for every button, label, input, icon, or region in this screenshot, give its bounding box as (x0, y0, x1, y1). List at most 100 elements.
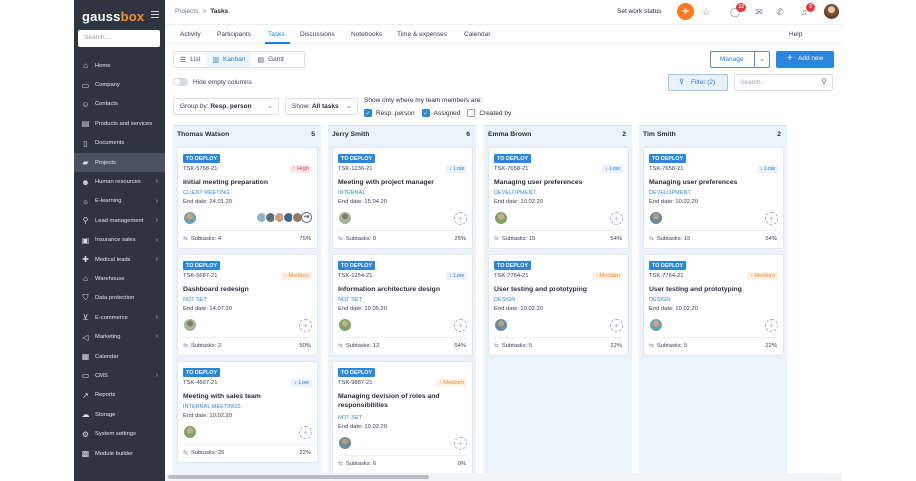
task-title[interactable]: User testing and prototyping (494, 285, 624, 294)
view-gantt[interactable]: ▤ Gantt (251, 52, 290, 67)
sidebar-item-e-learning[interactable]: ☼ E-learning › (74, 192, 165, 211)
chat-icon[interactable]: ◯ 12 (729, 3, 746, 18)
assignee-avatar[interactable] (650, 319, 662, 331)
sidebar-item-reports[interactable]: ↗ Reports (74, 386, 165, 405)
add-new-button[interactable]: + Add new (776, 51, 834, 68)
checkbox-resp-person[interactable]: ✓ Resp. person (364, 109, 415, 117)
sidebar-item-contacts[interactable]: ☺ Contacts (74, 95, 165, 114)
manage-button[interactable]: Manage ⌄ (710, 51, 770, 68)
assignee-avatar[interactable] (184, 426, 196, 438)
chevron-down-icon[interactable]: ⌄ (759, 55, 765, 63)
sidebar-item-marketing[interactable]: ◁ Marketing › (74, 327, 165, 346)
more-assignees-badge[interactable]: +6 (301, 212, 312, 223)
task-card[interactable]: TO DEPLOY ↑ Medium TSK-9887-21 Managing dev… (332, 361, 473, 481)
subtasks-count[interactable]: ⇆ Subtasks: 6 (338, 461, 376, 467)
assignee-group[interactable]: +6 (256, 212, 312, 223)
sidebar-item-documents[interactable]: ▯ Documents (74, 134, 165, 153)
show-select[interactable]: Show: All tasks ⌄ (285, 98, 358, 115)
sidebar-item-medical-leads[interactable]: ✚ Medical leads › (74, 250, 165, 269)
subtasks-count[interactable]: ⇆ Subtasks: 5 (649, 343, 687, 349)
task-card[interactable]: TO DEPLOY ↑ Medium TSK-5687-21 Dashboard re… (177, 254, 318, 356)
task-title[interactable]: User testing and prototyping (649, 285, 779, 294)
sidebar-item-human-resources[interactable]: ☻ Human resources › (74, 172, 165, 191)
user-avatar[interactable] (824, 4, 839, 19)
task-search-input[interactable]: Search... ⚲ (734, 74, 833, 91)
subtasks-count[interactable]: ⇆ Subtasks: 12 (338, 343, 379, 349)
tab-notebooks[interactable]: Notebooks (351, 31, 382, 38)
add-assignee-icon[interactable]: + (454, 212, 467, 225)
view-list[interactable]: ☰ List (174, 52, 206, 67)
toggle-switch[interactable] (173, 78, 188, 86)
star-icon[interactable]: ☆ (700, 6, 712, 18)
group-by-select[interactable]: Group by: Resp. person ⌄ (173, 98, 279, 115)
set-work-status-button[interactable]: Set work status (617, 8, 661, 15)
checkbox-empty-icon[interactable] (467, 109, 476, 117)
filter-button[interactable]: ⊽ Filter (2) (668, 74, 728, 91)
assignee-avatar[interactable] (184, 319, 196, 331)
task-card[interactable]: TO DEPLOY ↑ High TSK-5768-21 Initial meetin… (177, 147, 318, 249)
subtasks-count[interactable]: ⇆ Subtasks: 4 (183, 236, 221, 242)
phone-icon[interactable]: ✆ (774, 6, 786, 18)
sidebar-item-system-settings[interactable]: ⚙ System settings (74, 424, 165, 443)
add-assignee-icon[interactable]: + (765, 212, 778, 225)
scrollbar-thumb[interactable] (168, 475, 429, 479)
task-card[interactable]: TO DEPLOY ↓ Low TSK-1254-21 Information arc… (332, 254, 473, 356)
subtasks-count[interactable]: ⇆ Subtasks: 25 (183, 450, 224, 456)
subtasks-count[interactable]: ⇆ Subtasks: 15 (494, 236, 535, 242)
task-card[interactable]: TO DEPLOY ↑ Medium TSK-7764-21 User testing… (488, 254, 629, 356)
assignee-avatar[interactable] (650, 212, 662, 224)
task-title[interactable]: Information architecture design (338, 285, 468, 294)
add-assignee-icon[interactable]: + (299, 319, 312, 332)
subtasks-count[interactable]: ⇆ Subtasks: 2 (183, 343, 221, 349)
bell-icon[interactable]: ♫ 3 (798, 3, 815, 18)
task-card[interactable]: TO DEPLOY ↓ Low TSK-1236-21 Meeting with pr… (332, 147, 473, 249)
sidebar-item-home[interactable]: ⌂ Home (74, 56, 165, 75)
sidebar-item-module-builder[interactable]: ▩ Module builder (74, 444, 165, 463)
assignee-avatar[interactable] (495, 212, 507, 224)
task-title[interactable]: Managing user preferences (649, 178, 779, 187)
tab-participants[interactable]: Participants (217, 31, 251, 38)
breadcrumb-projects[interactable]: Projects (175, 8, 198, 15)
checkbox-assigned[interactable]: ✓ Assigned (421, 109, 460, 117)
checkbox-created-by[interactable]: Created by (467, 109, 511, 117)
subtasks-count[interactable]: ⇆ Subtasks: 0 (338, 236, 376, 242)
sidebar-item-e-commerce[interactable]: ⊻ E-commerce › (74, 308, 165, 327)
view-kanban[interactable]: ▥ Kanban (206, 52, 252, 67)
menu-toggle-icon[interactable] (151, 11, 159, 18)
assignee-avatar[interactable] (184, 212, 196, 224)
tab-discussions[interactable]: Discussions (300, 31, 335, 38)
horizontal-scrollbar[interactable] (165, 473, 842, 481)
add-assignee-icon[interactable]: + (610, 319, 623, 332)
sidebar-item-storage[interactable]: ☁ Storage (74, 405, 165, 424)
help-link[interactable]: Help (789, 31, 802, 38)
tab-calendar[interactable]: Calendar (464, 31, 490, 38)
sidebar-search-input[interactable]: Search... (78, 30, 160, 47)
assignee-avatar[interactable] (339, 437, 351, 449)
sidebar-item-lead-management[interactable]: ⚲ Lead management › (74, 211, 165, 230)
task-title[interactable]: Managing user preferences (494, 178, 624, 187)
tab-time-expenses[interactable]: Time & expenses (397, 31, 447, 38)
task-card[interactable]: TO DEPLOY ↓ Low TSK-7658-21 Managing user p… (643, 147, 784, 249)
add-assignee-icon[interactable]: + (454, 319, 467, 332)
app-logo[interactable]: gaussbox (82, 9, 144, 24)
sidebar-item-insurance-sales[interactable]: ▣ Insurance sales › (74, 231, 165, 250)
task-card[interactable]: TO DEPLOY ↓ Low TSK-4567-21 Meeting with sa… (177, 361, 318, 463)
task-card[interactable]: TO DEPLOY ↓ Low TSK-7658-21 Managing user p… (488, 147, 629, 249)
sidebar-item-company[interactable]: ▭ Company (74, 75, 165, 94)
task-title[interactable]: Managing devision of roles and responsib… (338, 392, 468, 410)
add-assignee-icon[interactable]: + (454, 437, 467, 450)
sidebar-item-data-protection[interactable]: ⛉ Data protection (74, 289, 165, 308)
sidebar-item-warehouse[interactable]: ⌂ Warehouse (74, 269, 165, 288)
assignee-avatar[interactable] (339, 212, 351, 224)
task-title[interactable]: Meeting with sales team (183, 392, 313, 401)
add-assignee-icon[interactable]: + (299, 426, 312, 439)
hide-empty-columns-toggle[interactable]: Hide empty columns (173, 78, 252, 86)
tab-activity[interactable]: Activity (180, 31, 201, 38)
sidebar-item-projects[interactable]: ▰ Projects (74, 152, 165, 173)
subtasks-count[interactable]: ⇆ Subtasks: 15 (649, 236, 690, 242)
tab-tasks[interactable]: Tasks (268, 31, 285, 38)
task-title[interactable]: Dashboard redesign (183, 285, 313, 294)
sidebar-item-calendar[interactable]: ▦ Calendar (74, 347, 165, 366)
checkbox-checked-icon[interactable]: ✓ (364, 109, 372, 117)
sidebar-item-cms[interactable]: ▭ CMS › (74, 366, 165, 385)
